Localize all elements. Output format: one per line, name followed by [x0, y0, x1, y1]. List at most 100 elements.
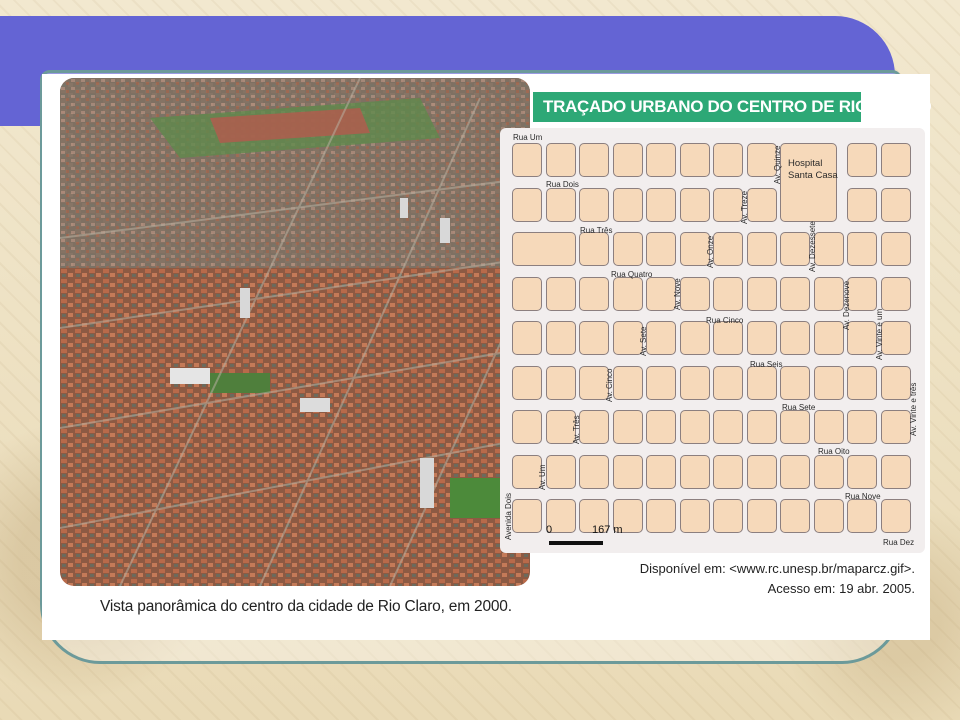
street-label: Rua Quatro [611, 270, 653, 279]
city-block [679, 187, 710, 222]
city-block [579, 410, 609, 444]
street-label: Av. Um [538, 464, 547, 490]
city-block [646, 276, 676, 311]
city-block [813, 232, 844, 266]
city-block [746, 187, 777, 222]
city-block [813, 365, 844, 400]
street-label: Av. Nove [673, 278, 682, 310]
scale-start: 0 [546, 524, 553, 536]
city-block [713, 499, 743, 533]
city-block [612, 143, 643, 177]
street-label: Avenida Dois [504, 493, 513, 540]
city-block [713, 365, 743, 400]
street-label: Rua Sete [782, 403, 816, 412]
city-block [847, 321, 877, 355]
scale-bar [549, 541, 603, 545]
street-label: Rua Dois [546, 180, 579, 189]
city-block [780, 499, 810, 533]
city-block [813, 454, 844, 489]
city-block [713, 454, 743, 489]
aerial-photo [60, 78, 530, 586]
city-block [579, 143, 609, 177]
city-block [813, 276, 844, 311]
city-block [880, 454, 911, 489]
map-title: TRAÇADO URBANO DO CENTRO DE RIO CLARO [543, 97, 932, 116]
city-block [579, 454, 609, 489]
city-block [512, 499, 542, 533]
city-block [579, 232, 609, 266]
city-block [646, 454, 676, 489]
city-block [880, 365, 911, 400]
city-block [713, 187, 743, 222]
city-block [545, 276, 576, 311]
city-block [545, 454, 576, 489]
city-block [780, 410, 810, 444]
hospital-label: Hospital Santa Casa [788, 158, 838, 182]
source-line-2: Acesso em: 19 abr. 2005. [767, 581, 915, 596]
city-block [780, 365, 810, 400]
city-block [512, 232, 576, 266]
street-label: Rua Cinco [706, 316, 744, 325]
street-label: Av. Três [572, 415, 581, 444]
city-block [545, 143, 576, 177]
city-block [579, 187, 609, 222]
city-block [545, 410, 576, 444]
city-block [646, 143, 676, 177]
city-block [780, 454, 810, 489]
city-block [713, 276, 743, 311]
city-block [746, 499, 777, 533]
city-block [847, 365, 877, 400]
city-block [780, 276, 810, 311]
city-block [545, 365, 576, 400]
city-block [579, 276, 609, 311]
city-block [612, 232, 643, 266]
city-block [713, 410, 743, 444]
city-block [746, 232, 777, 266]
street-label: Rua Oito [818, 447, 850, 456]
source-line-1: Disponível em: <www.rc.unesp.br/maparcz.… [639, 561, 915, 576]
city-block [512, 321, 542, 355]
city-block [880, 410, 911, 444]
city-block [612, 187, 643, 222]
city-block [545, 187, 576, 222]
city-block [746, 143, 777, 177]
scale-end: 167 m [592, 524, 623, 536]
city-block [880, 499, 911, 533]
city-block [847, 232, 877, 266]
city-block [813, 410, 844, 444]
street-label: Av. Quinze [773, 145, 782, 184]
city-block [646, 365, 676, 400]
street-label: Av. Vinte e três [909, 382, 918, 436]
street-label: Av. Onze [706, 235, 715, 268]
city-block [646, 499, 676, 533]
city-block [679, 365, 710, 400]
city-block [512, 410, 542, 444]
city-block [612, 321, 643, 355]
city-block [713, 232, 743, 266]
street-label: Av. Sete [639, 326, 648, 357]
city-block [512, 187, 542, 222]
city-block [679, 410, 710, 444]
city-block [880, 143, 911, 177]
city-block [679, 143, 710, 177]
photo-caption: Vista panorâmica do centro da cidade de … [100, 598, 512, 615]
city-block [679, 499, 710, 533]
city-block [679, 276, 710, 311]
city-block [880, 187, 911, 222]
city-block [512, 365, 542, 400]
street-label: Rua Seis [750, 360, 783, 369]
city-block [612, 410, 643, 444]
city-block [646, 410, 676, 444]
city-block [679, 454, 710, 489]
city-block [847, 499, 877, 533]
city-block [746, 365, 777, 400]
city-block [612, 365, 643, 400]
city-block [612, 454, 643, 489]
city-block [579, 321, 609, 355]
city-block [646, 187, 676, 222]
city-block [646, 232, 676, 266]
hospital-label-line2: Santa Casa [788, 170, 838, 181]
street-map [500, 128, 925, 553]
street-label: Rua Um [513, 133, 543, 142]
city-block [847, 454, 877, 489]
